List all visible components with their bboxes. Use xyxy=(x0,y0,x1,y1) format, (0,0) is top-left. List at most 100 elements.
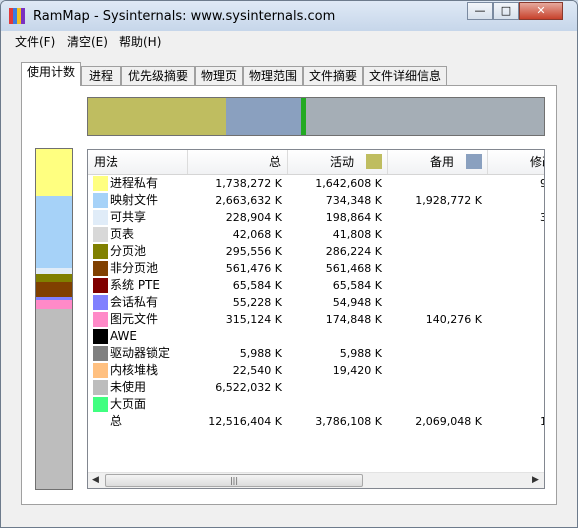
tab-use-counts[interactable]: 使用计数 xyxy=(21,62,81,86)
summary-segment-备用 xyxy=(226,98,301,135)
row-total: 12,516,404 K xyxy=(208,415,282,428)
row-label: 未使用 xyxy=(110,380,147,394)
horizontal-scrollbar[interactable]: ◀ ||| ▶ xyxy=(88,472,544,488)
table-header: 用法 总 活动 备用 修改 xyxy=(88,150,544,175)
col-header-usage[interactable]: 用法 xyxy=(88,150,188,174)
row-total: 561,476 K xyxy=(225,262,282,275)
menu-empty[interactable]: 清空(E) xyxy=(67,33,108,50)
maximize-button[interactable]: □ xyxy=(493,2,519,20)
table-row[interactable]: 映射文件 2,663,632 K 734,348 K 1,928,772 K xyxy=(88,192,544,209)
row-total: 228,904 K xyxy=(225,211,282,224)
row-label: 映射文件 xyxy=(110,193,159,207)
row-color-swatch xyxy=(93,193,108,208)
row-color-swatch xyxy=(93,261,108,276)
row-total: 2,663,632 K xyxy=(215,194,282,207)
row-active: 1,642,608 K xyxy=(315,177,382,190)
row-active: 3,786,108 K xyxy=(315,415,382,428)
table-row[interactable]: 图元文件 315,124 K 174,848 K 140,276 K xyxy=(88,311,544,328)
row-modified: 3 xyxy=(540,209,544,226)
active-color-swatch xyxy=(366,154,382,169)
minimize-button[interactable]: — xyxy=(467,2,493,20)
vbar-segment-进程私有 xyxy=(36,149,72,196)
table-row[interactable]: 非分页池 561,476 K 561,468 K xyxy=(88,260,544,277)
scroll-left-icon[interactable]: ◀ xyxy=(92,475,99,485)
usage-vertical-bar xyxy=(35,148,73,490)
row-color-swatch xyxy=(93,329,108,344)
row-color-swatch xyxy=(93,278,108,293)
row-modified: 13 xyxy=(540,413,544,430)
table-row[interactable]: 未使用 6,522,032 K xyxy=(88,379,544,396)
row-label: 非分页池 xyxy=(110,261,159,275)
table-row[interactable]: 内核堆栈 22,540 K 19,420 K xyxy=(88,362,544,379)
menu-bar: 文件(F) 清空(E) 帮助(H) xyxy=(1,31,577,51)
vbar-segment-未使用 xyxy=(36,309,72,489)
row-label: 图元文件 xyxy=(110,312,159,326)
table-row[interactable]: AWE xyxy=(88,328,544,345)
rammap-app-icon xyxy=(9,8,25,24)
vbar-segment-映射文件 xyxy=(36,196,72,268)
row-label: 可共享 xyxy=(110,210,147,224)
table-row[interactable]: 驱动器锁定 5,988 K 5,988 K xyxy=(88,345,544,362)
table-row[interactable]: 分页池 295,556 K 286,224 K xyxy=(88,243,544,260)
vbar-segment-图元文件 xyxy=(36,300,72,309)
col-header-total[interactable]: 总 xyxy=(188,150,288,174)
title-bar[interactable]: RamMap - Sysinternals: www.sysinternals.… xyxy=(1,1,577,31)
row-active: 561,468 K xyxy=(325,262,382,275)
table-row[interactable]: 进程私有 1,738,272 K 1,642,608 K 9 xyxy=(88,175,544,192)
row-active: 286,224 K xyxy=(325,245,382,258)
rammap-window: RamMap - Sysinternals: www.sysinternals.… xyxy=(0,0,578,528)
row-color-swatch xyxy=(93,312,108,327)
row-color-swatch xyxy=(93,210,108,225)
tab-processes[interactable]: 进程 xyxy=(81,66,121,85)
scroll-right-icon[interactable]: ▶ xyxy=(532,475,539,485)
table-row[interactable]: 页表 42,068 K 41,808 K xyxy=(88,226,544,243)
row-standby: 2,069,048 K xyxy=(415,415,482,428)
row-active: 198,864 K xyxy=(325,211,382,224)
row-color-swatch xyxy=(93,397,108,412)
row-label: 分页池 xyxy=(110,244,147,258)
row-color-swatch xyxy=(93,380,108,395)
row-active: 54,948 K xyxy=(332,296,382,309)
vbar-segment-非分页池 xyxy=(36,282,72,297)
row-color-swatch xyxy=(93,244,108,259)
table-row[interactable]: 可共享 228,904 K 198,864 K 3 xyxy=(88,209,544,226)
row-label: AWE xyxy=(110,329,137,343)
row-active: 5,988 K xyxy=(339,347,382,360)
row-total: 315,124 K xyxy=(225,313,282,326)
menu-help[interactable]: 帮助(H) xyxy=(119,33,161,50)
row-label: 页表 xyxy=(110,227,135,241)
row-total: 55,228 K xyxy=(232,296,282,309)
tab-physical-ranges[interactable]: 物理范围 xyxy=(243,66,303,85)
row-modified: 9 xyxy=(540,175,544,192)
col-header-active[interactable]: 活动 xyxy=(288,150,388,174)
row-color-swatch xyxy=(93,346,108,361)
col-header-standby[interactable]: 备用 xyxy=(388,150,488,174)
table-row[interactable]: 系统 PTE 65,584 K 65,584 K xyxy=(88,277,544,294)
menu-file[interactable]: 文件(F) xyxy=(15,33,55,50)
row-total: 6,522,032 K xyxy=(215,381,282,394)
row-color-swatch xyxy=(93,363,108,378)
row-color-swatch xyxy=(93,295,108,310)
row-total: 65,584 K xyxy=(232,279,282,292)
tab-priority-summary[interactable]: 优先级摘要 xyxy=(121,66,195,85)
col-header-modified[interactable]: 修改 xyxy=(488,150,544,174)
table-row[interactable]: 总 12,516,404 K 3,786,108 K 2,069,048 K 13 xyxy=(88,413,544,430)
row-total: 295,556 K xyxy=(225,245,282,258)
summary-segment-rest xyxy=(306,98,544,135)
usage-table: 用法 总 活动 备用 修改 进程私有 1,738,272 K 1,642,608 K… xyxy=(87,149,545,489)
window-title: RamMap - Sysinternals: www.sysinternals.… xyxy=(33,9,336,24)
tab-physical-pages[interactable]: 物理页 xyxy=(195,66,243,85)
row-total: 22,540 K xyxy=(232,364,282,377)
table-row[interactable]: 大页面 xyxy=(88,396,544,413)
memory-summary-bar xyxy=(87,97,545,136)
scroll-thumb[interactable]: ||| xyxy=(105,474,363,487)
table-row[interactable]: 会话私有 55,228 K 54,948 K xyxy=(88,294,544,311)
tab-file-details[interactable]: 文件详细信息 xyxy=(363,66,447,85)
row-standby: 140,276 K xyxy=(425,313,482,326)
row-color-swatch xyxy=(93,176,108,191)
close-button[interactable]: ✕ xyxy=(519,2,563,20)
tab-file-summary[interactable]: 文件摘要 xyxy=(303,66,363,85)
row-label: 会话私有 xyxy=(110,295,159,309)
row-label: 进程私有 xyxy=(110,176,159,190)
row-label: 驱动器锁定 xyxy=(110,346,171,360)
